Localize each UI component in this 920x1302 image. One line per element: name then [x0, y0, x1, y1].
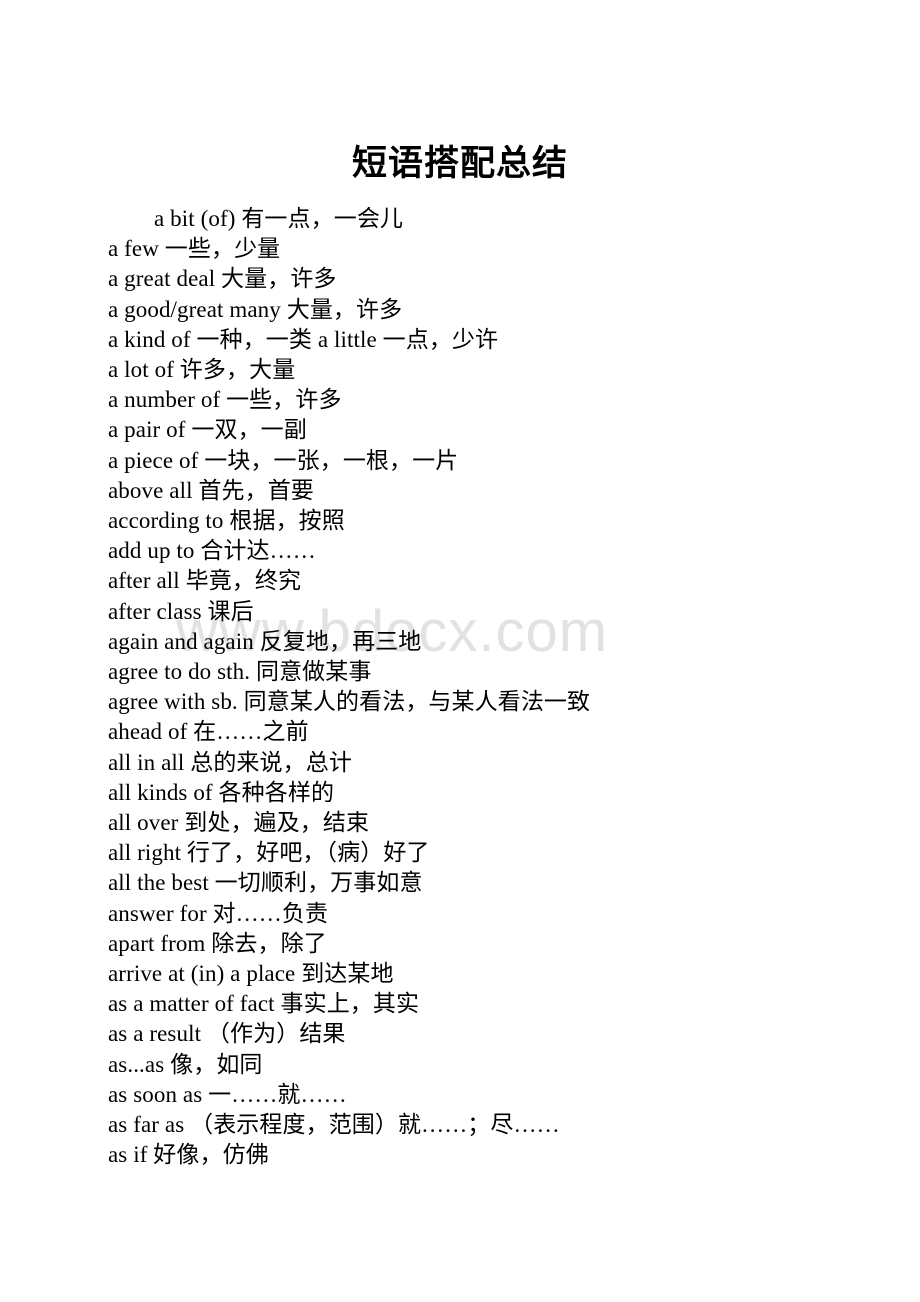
phrase-line: answer for 对……负责: [108, 900, 329, 926]
phrase-line: agree to do sth. 同意做某事: [108, 659, 372, 685]
phrase-line: apart from 除去，除了: [108, 930, 327, 956]
phrase-line: add up to 合计达……: [108, 538, 316, 564]
phrase-line: after class 课后: [108, 598, 254, 624]
phrase-line: as a result （作为）结果: [108, 1021, 346, 1047]
page-title: 短语搭配总结: [351, 144, 568, 183]
phrase-line: all the best 一切顺利，万事如意: [108, 870, 423, 896]
phrase-line: all right 行了，好吧，（病）好了: [108, 840, 430, 866]
phrase-line: a number of 一些，许多: [108, 387, 342, 413]
phrase-line: again and again 反复地，再三地: [108, 628, 422, 654]
phrase-line: as soon as 一……就……: [108, 1081, 347, 1107]
phrase-line: a bit (of) 有一点，一会儿: [154, 206, 404, 231]
phrase-line: ahead of 在……之前: [108, 719, 309, 745]
phrase-line: a lot of 许多，大量: [108, 357, 296, 383]
phrase-line: arrive at (in) a place 到达某地: [108, 961, 394, 987]
phrase-line: all kinds of 各种各样的: [108, 779, 335, 805]
phrase-line: all in all 总的来说，总计: [108, 749, 352, 775]
phrase-line: as if 好像，仿佛: [108, 1142, 269, 1168]
phrase-line: agree with sb. 同意某人的看法，与某人看法一致: [108, 689, 591, 715]
phrase-line: as...as 像，如同: [108, 1051, 263, 1077]
phrase-line: a good/great many 大量，许多: [108, 296, 403, 322]
phrase-line: as a matter of fact 事实上，其实: [108, 991, 420, 1017]
phrase-line: a piece of 一块，一张，一根，一片: [108, 447, 459, 473]
phrase-line: a pair of 一双，一副: [108, 417, 307, 443]
phrase-line: all over 到处，遍及，结束: [108, 810, 370, 836]
phrase-list: a bit (of) 有一点，一会儿 a few 一些，少量 a great dea…: [108, 204, 888, 1171]
phrase-line: a few 一些，少量: [108, 236, 281, 262]
phrase-line: a kind of 一种，一类 a little 一点，少许: [108, 326, 499, 352]
phrase-line: a great deal 大量，许多: [108, 266, 337, 292]
phrase-line: above all 首先，首要: [108, 477, 314, 503]
phrase-line: as far as （表示程度，范围）就……；尽……: [108, 1112, 560, 1138]
phrase-line: according to 根据，按照: [108, 508, 345, 534]
phrase-line: after all 毕竟，终究: [108, 568, 302, 594]
document-page: www.bdocx.com 短语搭配总结 a bit (of) 有一点，一会儿 a…: [0, 0, 920, 1302]
